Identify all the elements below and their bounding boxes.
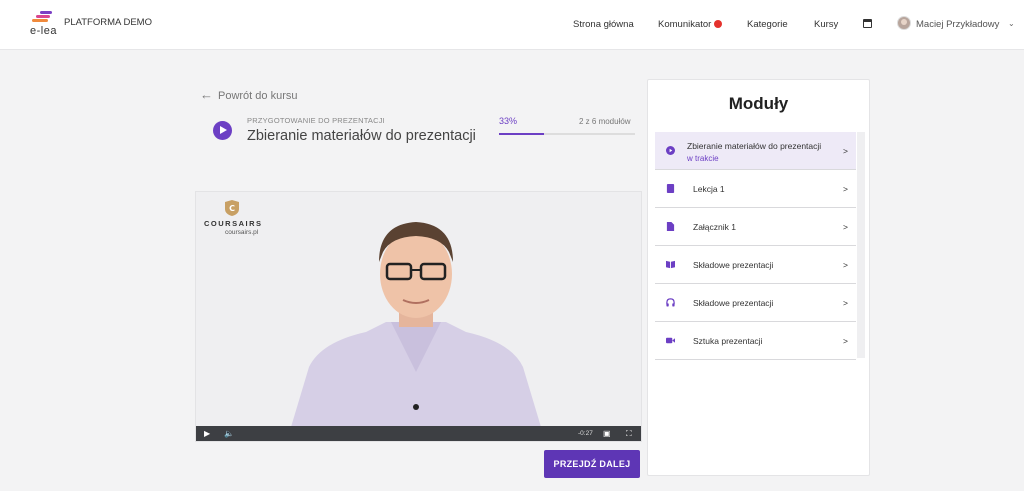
module-item-label: Składowe prezentacji xyxy=(693,298,774,308)
section-label: PRZYGOTOWANIE DO PREZENTACJI xyxy=(247,116,385,125)
module-item-lesson-1[interactable]: Lekcja 1 > xyxy=(655,170,856,208)
progress-module-count: 2 z 6 modułów xyxy=(579,117,631,126)
video-brand-url: coursairs.pl xyxy=(225,229,259,236)
progress-bar-fill xyxy=(499,133,544,135)
nav-categories-link[interactable]: Kategorie xyxy=(747,19,788,30)
top-navigation-bar: e-lea PLATFORMA DEMO Strona główna Komun… xyxy=(0,0,1024,50)
document-icon xyxy=(666,184,675,193)
video-play-icon[interactable]: ▶ xyxy=(204,429,210,438)
module-item-arrow: > xyxy=(843,260,848,270)
app-title: PLATFORMA DEMO xyxy=(64,17,152,28)
nav-home-link[interactable]: Strona główna xyxy=(573,19,634,30)
video-camera-icon xyxy=(666,337,675,344)
module-item-label: Składowe prezentacji xyxy=(693,260,774,270)
module-item-status: w trakcie xyxy=(687,154,719,163)
video-player[interactable]: C COURSAIRS coursairs.pl ▶ 🔈 -0:27 ▣ ⛶ xyxy=(195,191,642,442)
nav-messenger-label: Komunikator xyxy=(658,19,712,30)
volume-icon[interactable]: 🔈 xyxy=(224,429,234,438)
next-button[interactable]: PRZEJDŹ DALEJ xyxy=(544,450,640,478)
lesson-play-icon xyxy=(213,121,232,140)
logo-text: e-lea xyxy=(30,25,57,37)
back-to-course-link[interactable]: ← Powrót do kursu xyxy=(200,87,297,102)
progress-bar xyxy=(499,133,635,135)
module-item-presentation-art[interactable]: Sztuka prezentacji > xyxy=(655,322,856,360)
module-item-arrow: > xyxy=(843,184,848,194)
fullscreen-icon[interactable]: ⛶ xyxy=(626,429,632,439)
video-brand-name: COURSAIRS xyxy=(204,219,263,228)
modules-panel: Moduły Zbieranie materiałów do prezentac… xyxy=(647,79,870,476)
presenter-image xyxy=(291,222,541,427)
headphones-icon xyxy=(666,298,675,307)
book-icon xyxy=(666,260,675,269)
progress-percent: 33% xyxy=(499,116,518,126)
user-avatar[interactable] xyxy=(897,16,911,30)
chevron-down-icon[interactable]: ⌄ xyxy=(1008,19,1015,28)
nav-courses-link[interactable]: Kursy xyxy=(814,19,838,30)
module-item-components-reading[interactable]: Składowe prezentacji > xyxy=(655,246,856,284)
calendar-icon[interactable] xyxy=(863,19,872,28)
notification-dot-icon xyxy=(714,20,723,28)
play-icon xyxy=(666,146,675,155)
video-controls-bar: ▶ 🔈 -0:27 ▣ ⛶ xyxy=(196,426,641,441)
lesson-title: Zbieranie materiałów do prezentacji xyxy=(247,128,476,144)
coursairs-shield-icon: C xyxy=(225,200,239,216)
module-item-current[interactable]: Zbieranie materiałów do prezentacji w tr… xyxy=(655,132,856,170)
modules-list: Zbieranie materiałów do prezentacji w tr… xyxy=(655,132,865,360)
module-item-attachment-1[interactable]: Załącznik 1 > xyxy=(655,208,856,246)
module-item-label: Zbieranie materiałów do prezentacji xyxy=(687,141,822,151)
module-item-label: Sztuka prezentacji xyxy=(693,336,763,346)
module-item-arrow: > xyxy=(843,222,848,232)
user-name[interactable]: Maciej Przykładowy xyxy=(916,19,999,30)
module-item-label: Załącznik 1 xyxy=(693,222,736,232)
picture-in-picture-icon[interactable]: ▣ xyxy=(603,429,611,438)
back-link-label: Powrót do kursu xyxy=(218,90,298,102)
module-item-label: Lekcja 1 xyxy=(693,184,725,194)
video-time-remaining: -0:27 xyxy=(578,430,593,437)
module-item-components-audio[interactable]: Składowe prezentacji > xyxy=(655,284,856,322)
arrow-left-icon: ← xyxy=(200,87,213,102)
module-item-arrow: > xyxy=(843,298,848,308)
module-item-arrow: > xyxy=(843,146,848,156)
svg-text:C: C xyxy=(229,204,235,213)
module-item-arrow: > xyxy=(843,336,848,346)
file-icon xyxy=(666,222,675,231)
modules-panel-title: Moduły xyxy=(728,94,789,113)
nav-messenger-link[interactable]: Komunikator xyxy=(658,19,723,30)
